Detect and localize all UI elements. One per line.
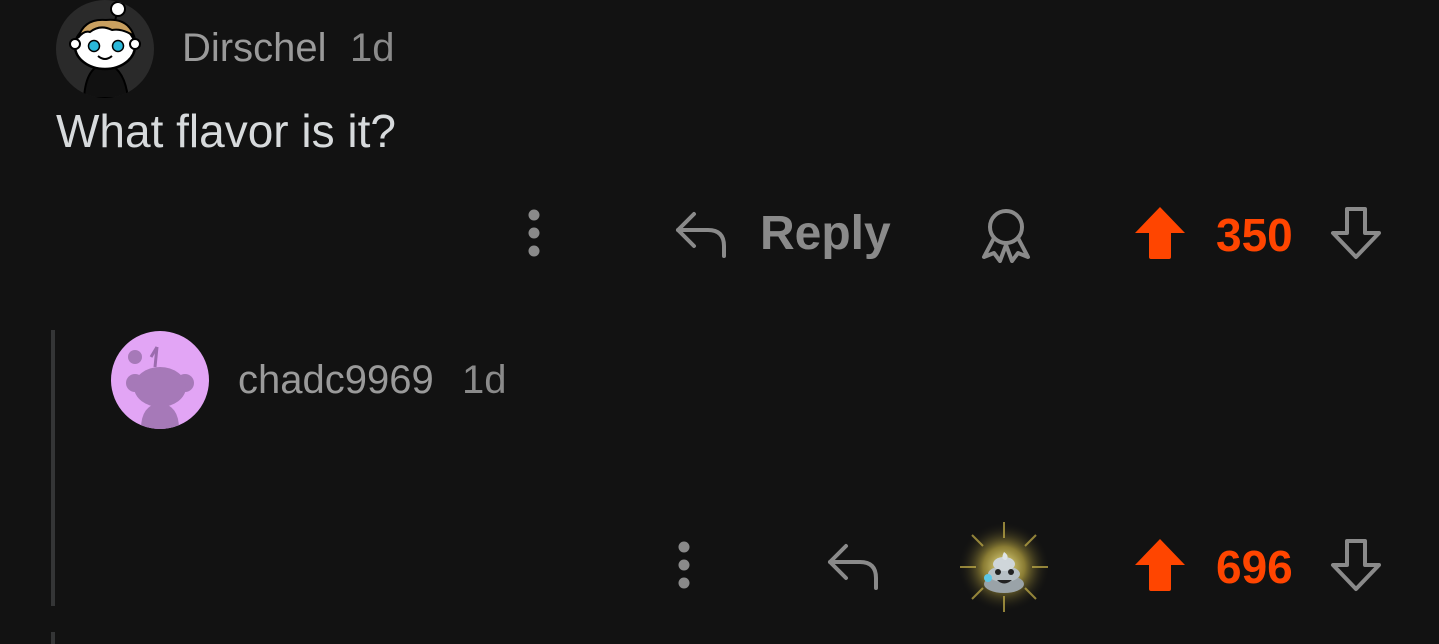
downvote-button[interactable] bbox=[1328, 536, 1384, 594]
poop-award-icon bbox=[958, 522, 1050, 612]
reply-comment: chadc9969 1d 696 bbox=[0, 300, 1439, 642]
more-vertical-icon bbox=[528, 209, 540, 257]
upvote-button[interactable] bbox=[1132, 204, 1188, 262]
more-vertical-icon bbox=[678, 541, 690, 589]
snoo-avatar-icon bbox=[69, 1, 141, 98]
upvote-arrow-icon bbox=[1135, 207, 1185, 259]
upvote-arrow-icon bbox=[1135, 539, 1185, 591]
reply-arrow-icon bbox=[828, 544, 878, 590]
downvote-arrow-icon bbox=[1331, 207, 1381, 259]
timestamp: 1d bbox=[350, 26, 395, 70]
reply-button[interactable] bbox=[822, 538, 882, 594]
reply-arrow-icon bbox=[676, 212, 726, 258]
snoo-avatar-icon bbox=[126, 346, 194, 429]
comment: Dirschel 1d What flavor is it? Reply 350 bbox=[0, 0, 1439, 300]
award-badge[interactable] bbox=[956, 520, 1052, 614]
upvote-button[interactable] bbox=[1132, 536, 1188, 594]
award-icon bbox=[982, 209, 1030, 263]
avatar[interactable] bbox=[111, 331, 209, 429]
avatar[interactable] bbox=[56, 0, 154, 98]
username[interactable]: Dirschel bbox=[182, 26, 326, 71]
comment-body: What flavor is it? bbox=[56, 105, 396, 157]
vote-count: 696 bbox=[1216, 541, 1293, 593]
vote-count: 350 bbox=[1216, 209, 1293, 261]
timestamp: 1d bbox=[462, 358, 507, 402]
username[interactable]: chadc9969 bbox=[238, 358, 434, 403]
more-options-button[interactable] bbox=[514, 206, 554, 260]
more-options-button[interactable] bbox=[664, 538, 704, 592]
award-button[interactable] bbox=[976, 204, 1036, 264]
reply-label: Reply bbox=[760, 207, 891, 260]
downvote-arrow-icon bbox=[1331, 539, 1381, 591]
reply-button[interactable]: Reply bbox=[672, 206, 892, 266]
downvote-button[interactable] bbox=[1328, 204, 1384, 262]
